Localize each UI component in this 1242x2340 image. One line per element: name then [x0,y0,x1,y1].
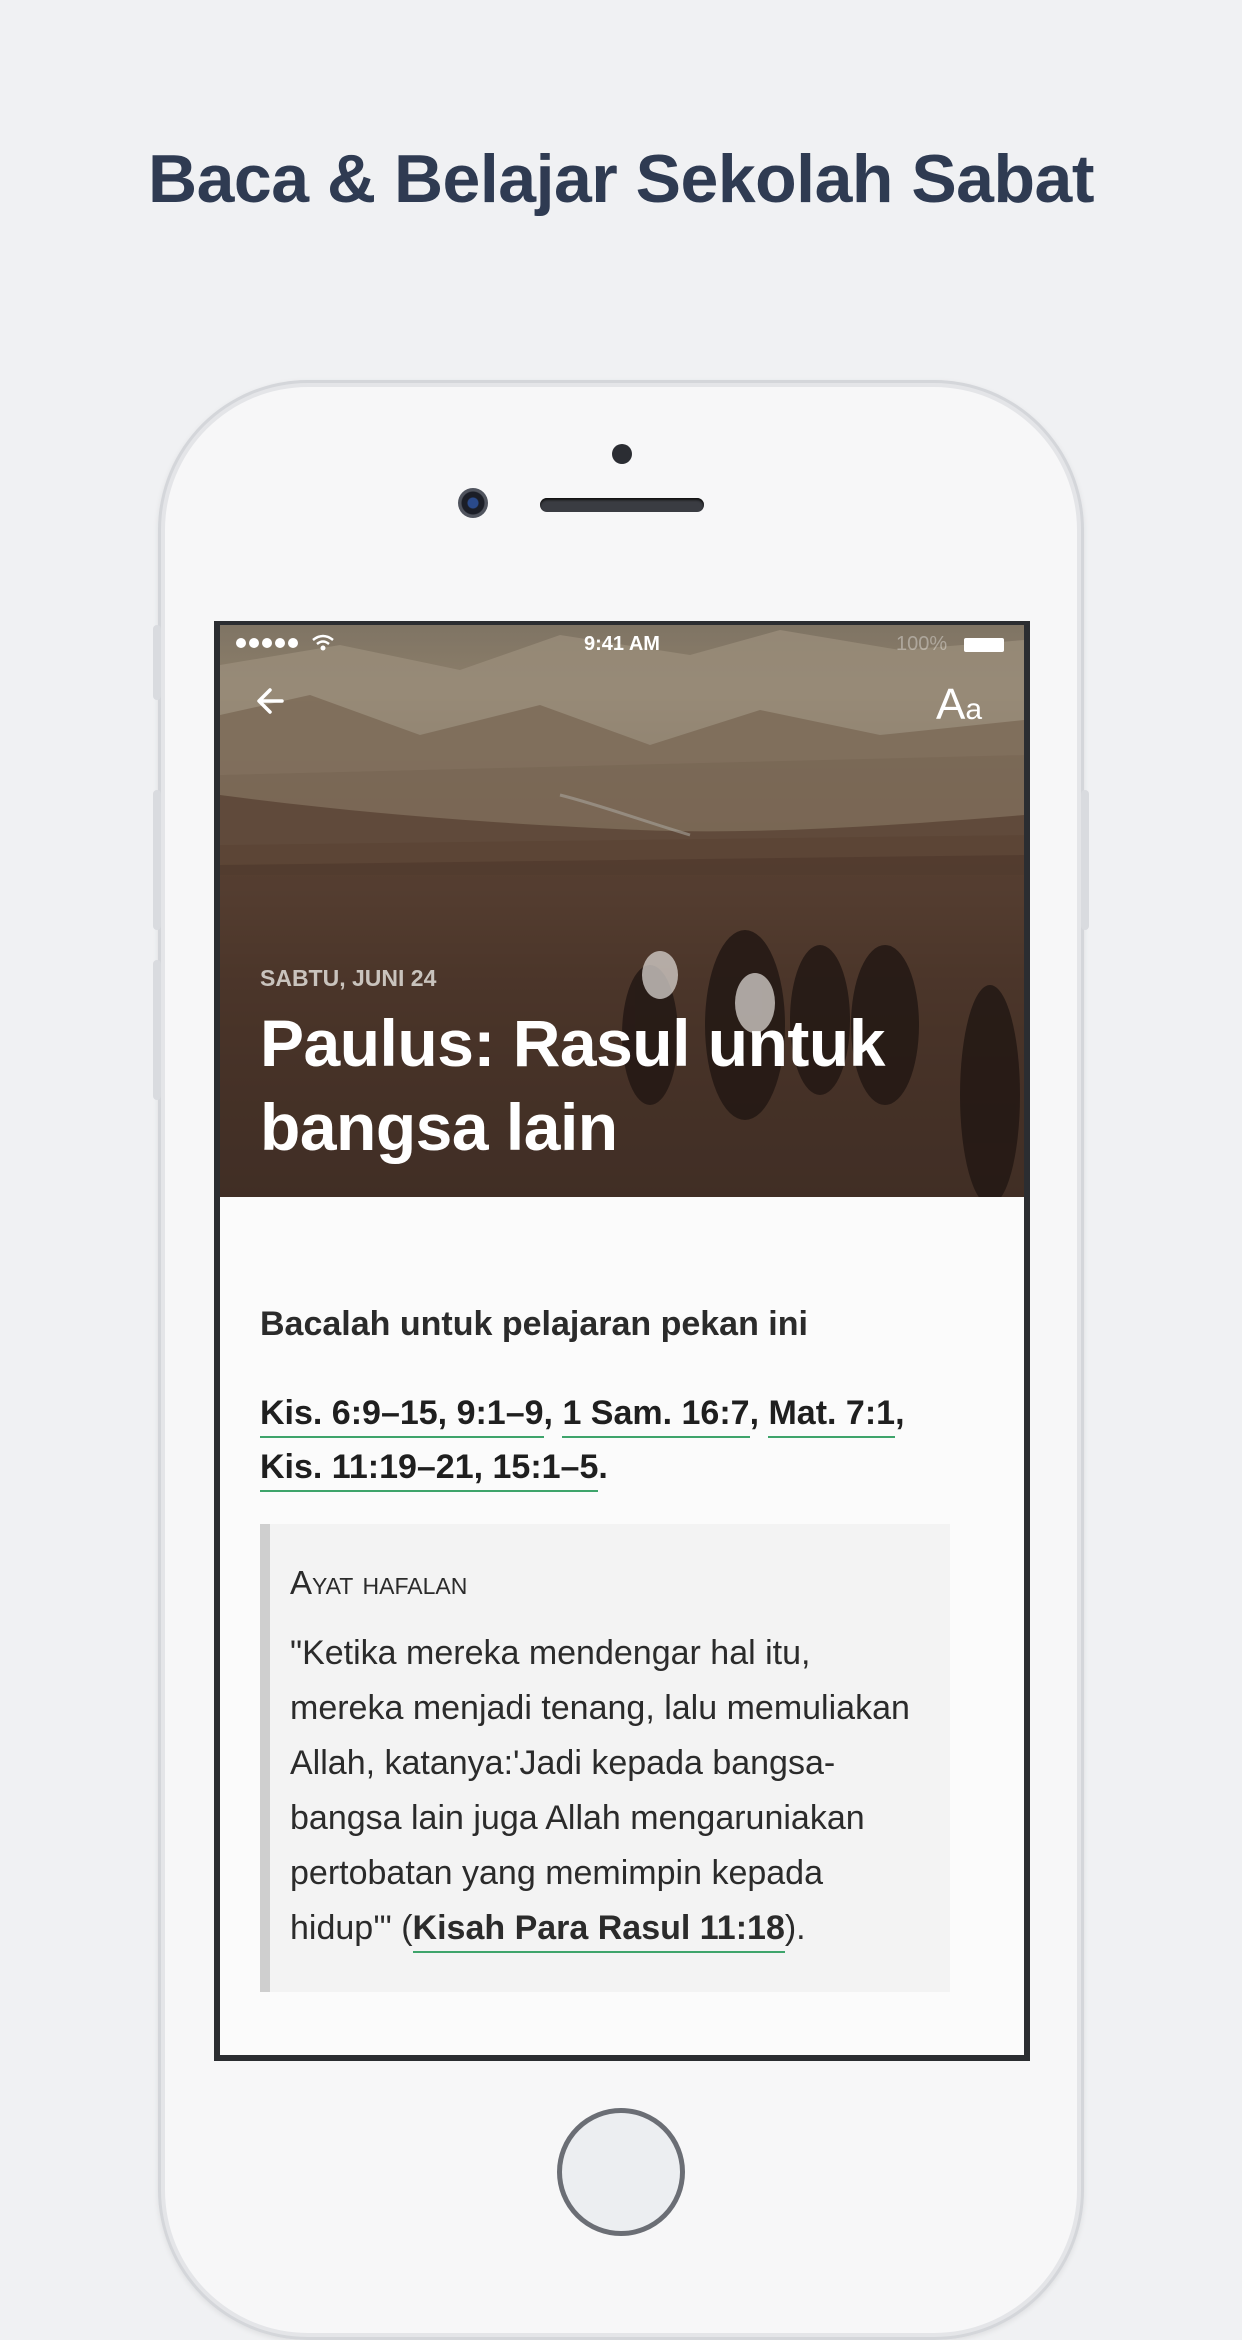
reference-separator: , [749,1394,769,1432]
phone-home-button [557,2108,685,2236]
memory-verse-body: "Ketika mereka mendengar hal itu, mereka… [290,1634,910,1947]
status-bar: 9:41 AM 100% [220,625,1024,663]
reference-link[interactable]: Kis. 6:9–15, 9:1–9 [260,1394,544,1438]
phone-front-camera [458,488,488,518]
memory-verse-tail: ). [784,1909,806,1947]
lesson-title: Paulus: Rasul untuk bangsa lain [260,1006,885,1164]
back-arrow-icon[interactable] [250,679,294,723]
memory-verse-label: Ayat hafalan [290,1564,468,1601]
memory-verse-reference-link[interactable]: Kisah Para Rasul 11:18 [412,1909,785,1953]
phone-screen: 9:41 AM 100% Aa SABTU, JUNI 24 Paulus: R… [214,621,1030,2061]
reference-separator: . [598,1448,608,1486]
page-headline: Baca & Belajar Sekolah Sabat [147,141,1095,217]
battery-percent: 100% [896,633,948,655]
lesson-content: Bacalah untuk pelajaran pekan ini Kis. 6… [260,1305,990,1992]
phone-volume-down [153,960,161,1100]
phone-sensor [612,444,632,464]
phone-volume-up [153,790,161,930]
font-size-icon-big: A [936,680,966,729]
lesson-hero: 9:41 AM 100% Aa SABTU, JUNI 24 Paulus: R… [220,625,1024,1197]
reading-references: Kis. 6:9–15, 9:1–9, 1 Sam. 16:7, Mat. 7:… [260,1386,990,1494]
phone-mute-switch [153,625,161,700]
font-size-button[interactable]: Aa [936,680,982,730]
memory-verse-text: "Ketika mereka mendengar hal itu, mereka… [290,1626,930,1956]
reference-link[interactable]: 1 Sam. 16:7 [562,1394,750,1438]
memory-verse-box: Ayat hafalan "Ketika mereka mendengar ha… [260,1524,950,1992]
lesson-date: SABTU, JUNI 24 [260,965,437,991]
battery-icon [964,638,1004,652]
reference-link[interactable]: Mat. 7:1 [768,1394,896,1438]
reading-label: Bacalah untuk pelajaran pekan ini [260,1305,808,1343]
reference-separator: , [543,1394,563,1432]
reference-link[interactable]: Kis. 11:19–21, 15:1–5 [260,1448,599,1492]
reference-separator: , [895,1394,905,1432]
app-view: 9:41 AM 100% Aa SABTU, JUNI 24 Paulus: R… [220,625,1024,2055]
phone-power-button [1081,790,1089,930]
font-size-icon-small: a [965,693,983,726]
phone-speaker [540,498,704,512]
